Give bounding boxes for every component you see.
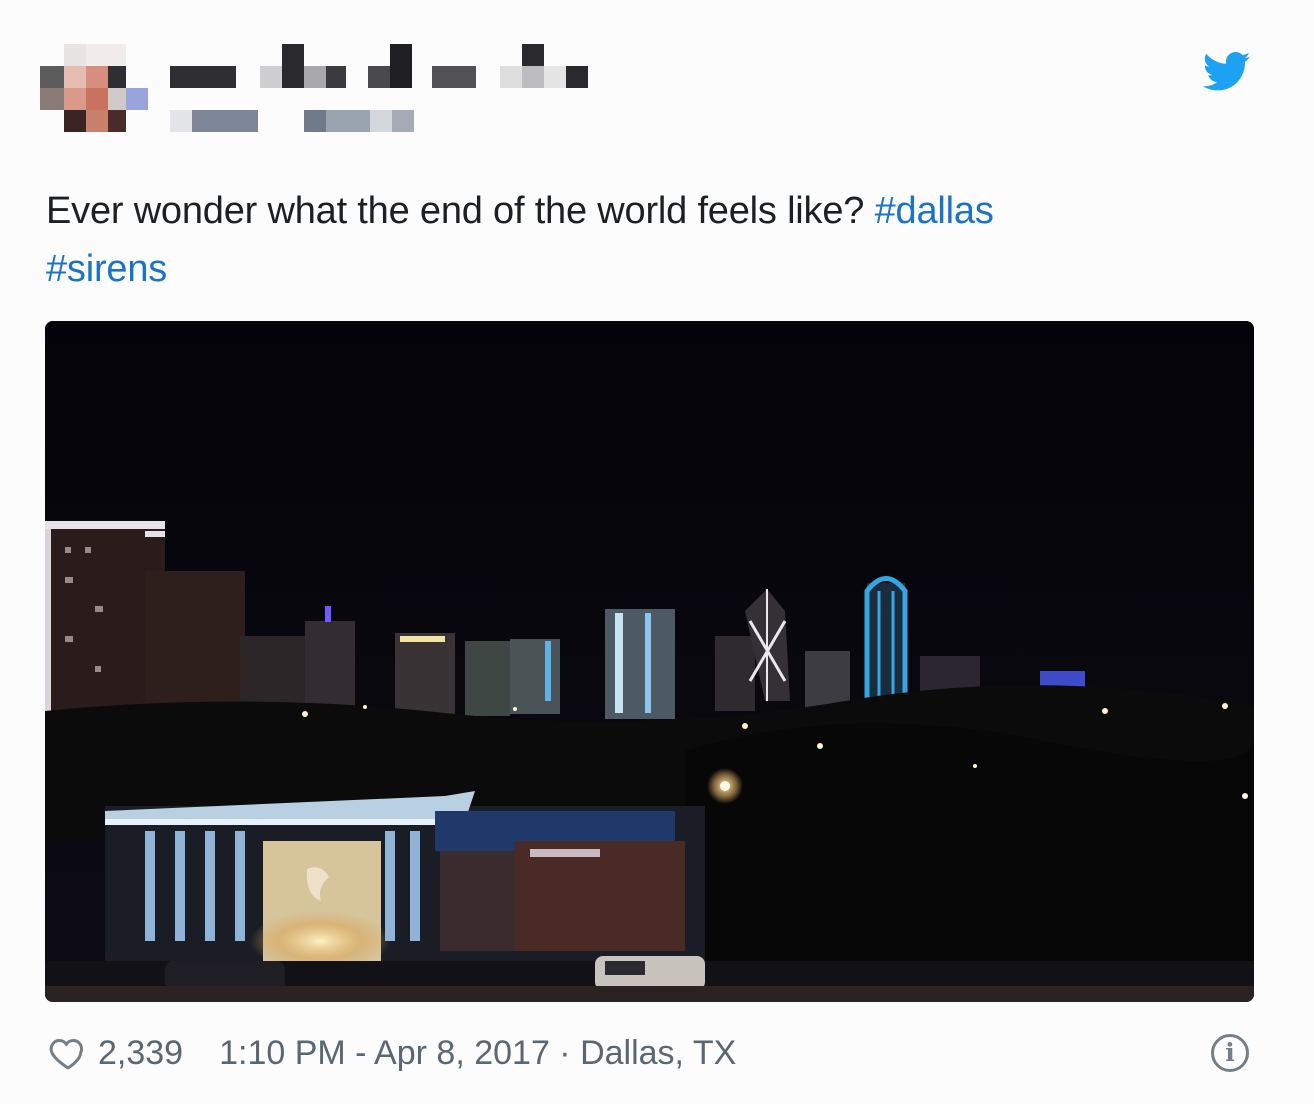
tweet-footer: 2,339 1:10 PM - Apr 8, 2017 · Dallas, TX [48,1028,1268,1078]
hashtag-sirens[interactable]: #sirens [46,248,167,290]
tweet-text: Ever wonder what the end of the world fe… [46,182,1226,298]
tweet-location[interactable]: Dallas, TX [580,1034,736,1073]
user-handle[interactable] [170,110,420,132]
user-display-name[interactable] [170,44,590,90]
tweet-timestamp[interactable]: 1:10 PM - Apr 8, 2017 [219,1034,550,1073]
heart-icon[interactable] [48,1033,88,1073]
like-count[interactable]: 2,339 [98,1034,183,1073]
avatar[interactable] [40,44,150,134]
twitter-bird-icon[interactable] [1203,52,1251,92]
tweet-media-video[interactable] [45,321,1254,1002]
info-icon[interactable]: i [1211,1034,1249,1072]
tweet-embed-card: Ever wonder what the end of the world fe… [0,0,1314,1104]
tweet-text-body: Ever wonder what the end of the world fe… [46,190,875,232]
meta-separator: · [549,1033,581,1072]
hashtag-dallas[interactable]: #dallas [875,190,994,232]
night-skyline-image [45,321,1254,1002]
